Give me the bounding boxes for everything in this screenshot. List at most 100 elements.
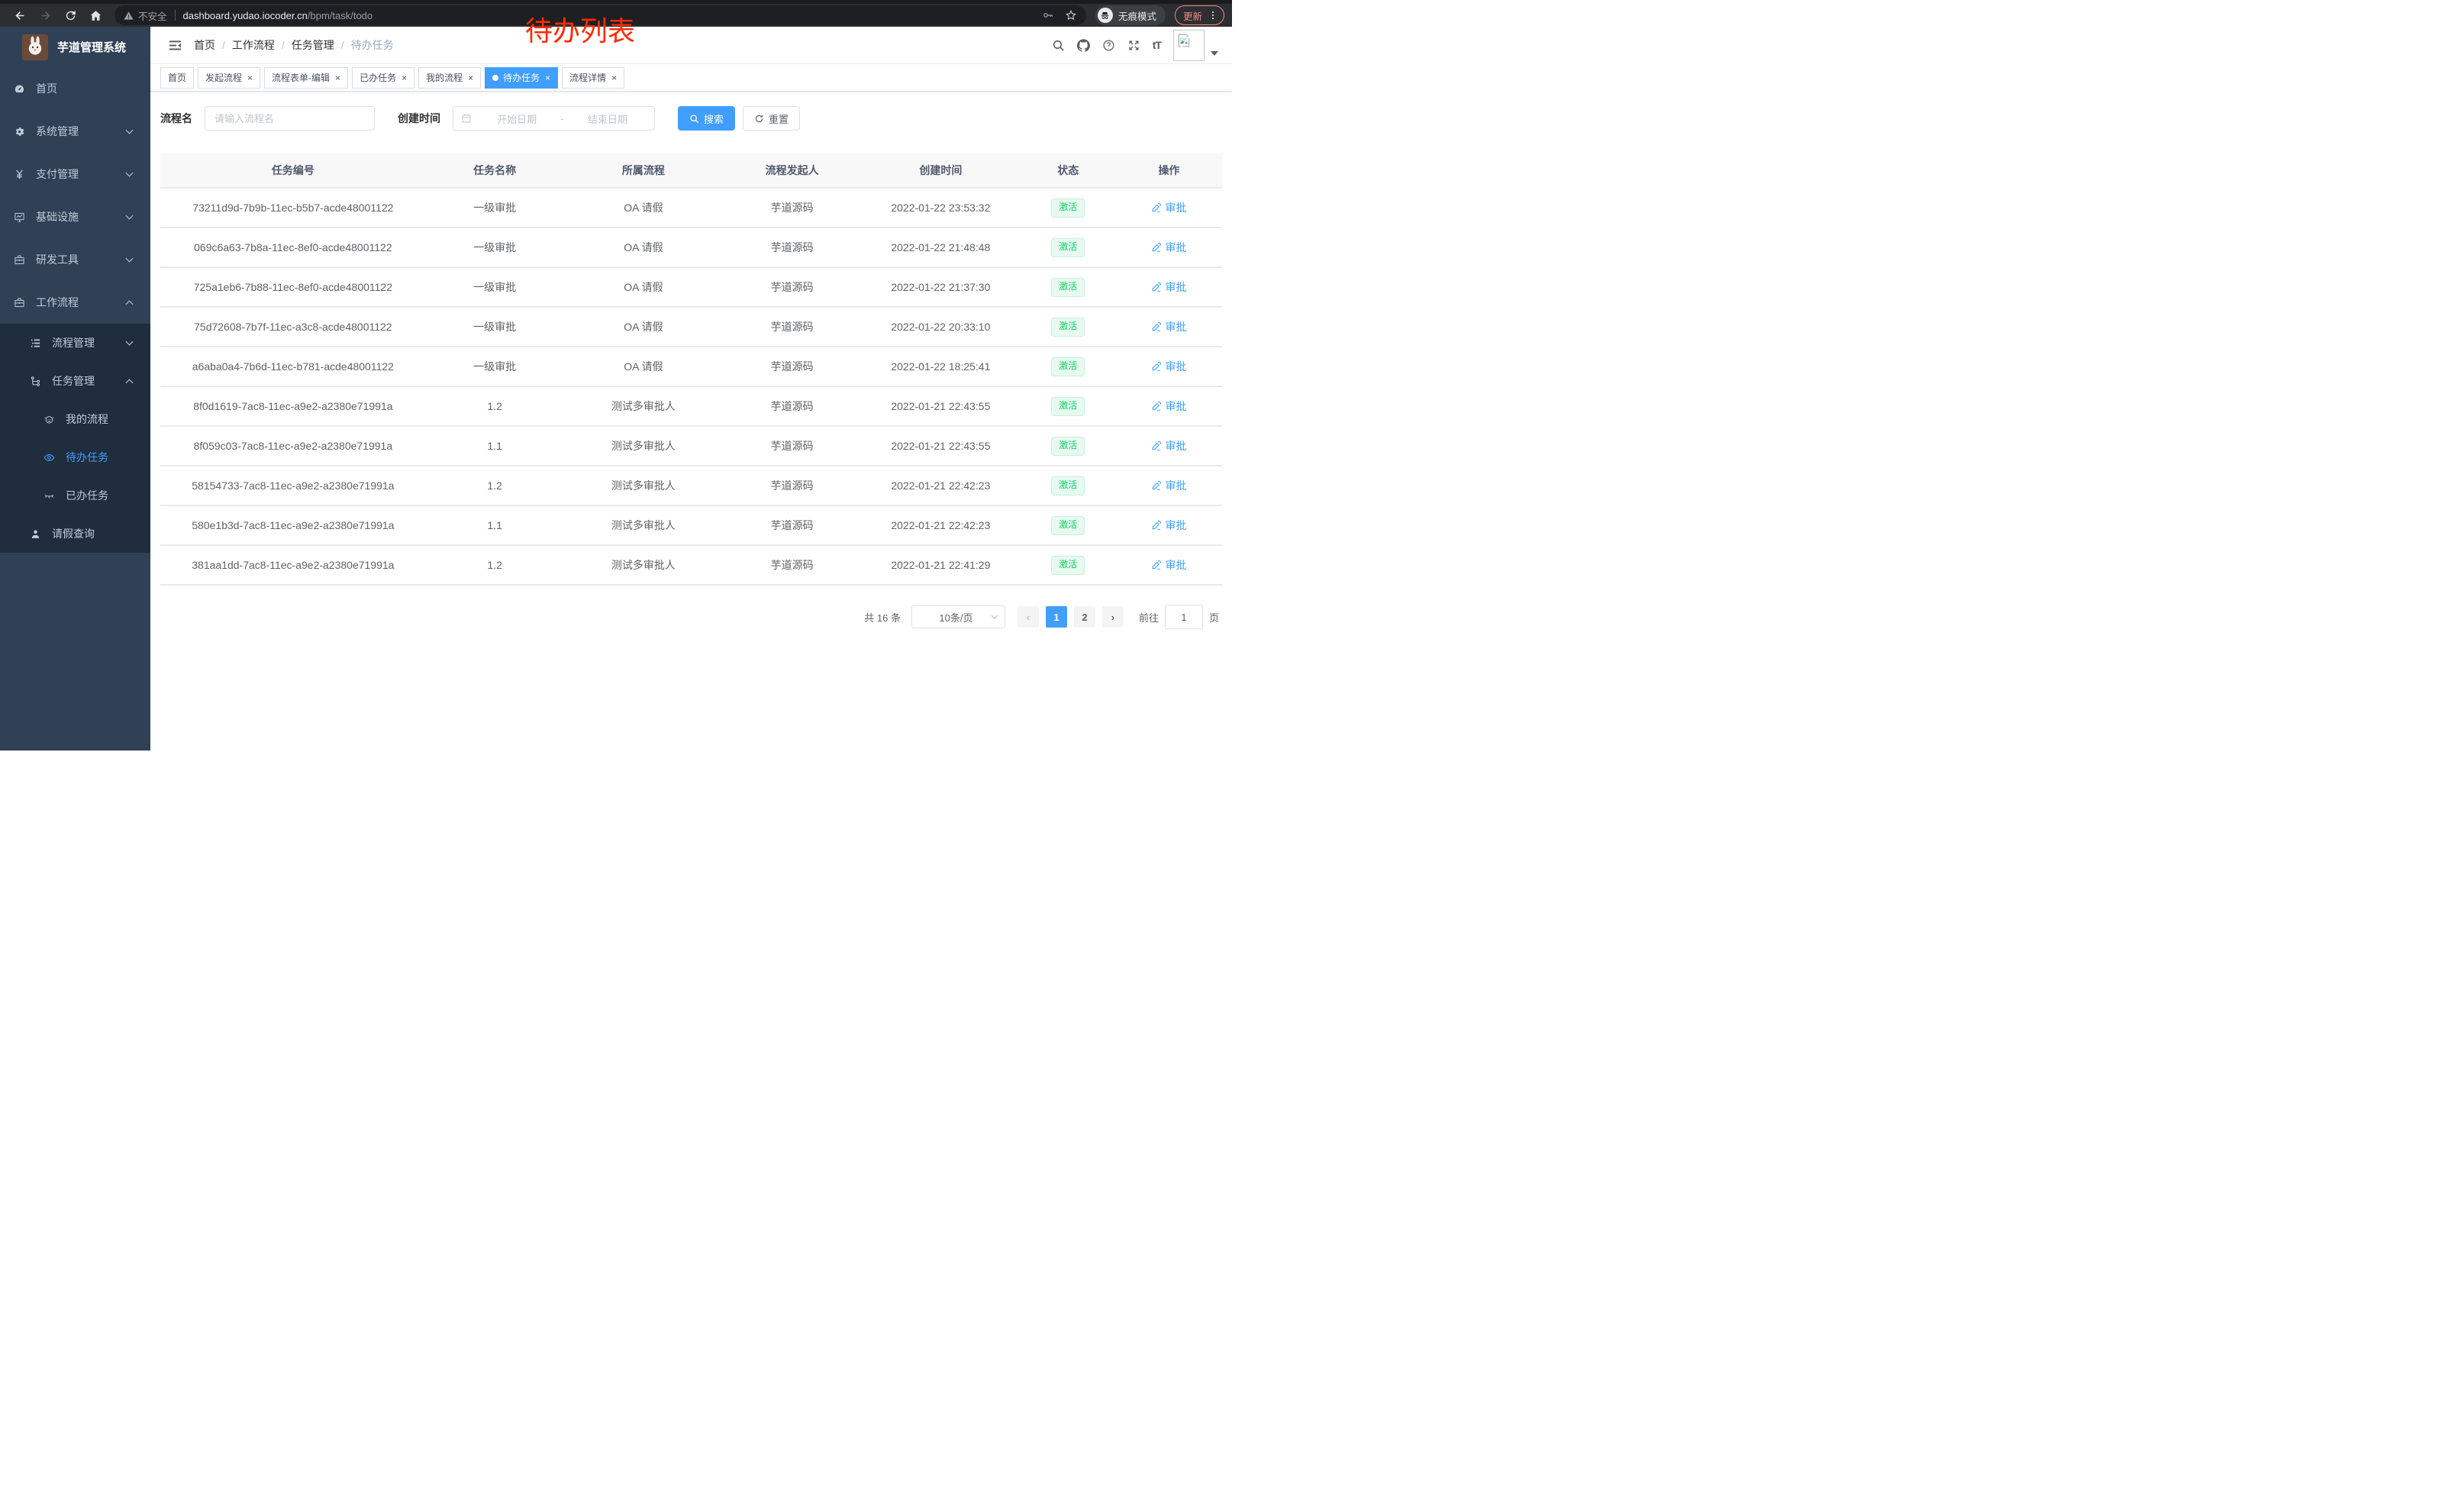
search-icon[interactable] xyxy=(1052,39,1065,52)
tab-close-icon[interactable]: × xyxy=(611,73,617,82)
browser-refresh-icon[interactable] xyxy=(64,9,77,22)
approve-link-label: 审批 xyxy=(1165,240,1186,255)
browser-back-icon[interactable] xyxy=(14,9,27,22)
approve-link[interactable]: 审批 xyxy=(1151,478,1186,493)
approve-link[interactable]: 审批 xyxy=(1151,438,1186,454)
tab-我的流程[interactable]: 我的流程× xyxy=(418,67,481,89)
filter-bar: 流程名 创建时间 开始日期 - 结束日期 搜索 重 xyxy=(160,106,1222,131)
sidebar-item-leave-query[interactable]: 请假查询 xyxy=(0,515,150,553)
task-name: 1.1 xyxy=(426,426,564,466)
tab-待办任务[interactable]: 待办任务× xyxy=(485,67,558,89)
sidebar-item-home[interactable]: 首页 xyxy=(0,67,150,110)
sidebar-collapse-icon[interactable] xyxy=(168,38,182,53)
browser-menu-dots-icon[interactable] xyxy=(1208,10,1218,21)
column-header: 任务名称 xyxy=(426,153,564,188)
bookmark-star-icon[interactable] xyxy=(1065,9,1077,21)
approve-link[interactable]: 审批 xyxy=(1151,399,1186,414)
goto-label: 前往 xyxy=(1139,610,1159,625)
process-name-label: 流程名 xyxy=(160,111,192,126)
fullscreen-icon[interactable] xyxy=(1127,39,1140,52)
table-row: a6aba0a4-7b6d-11ec-b781-acde48001122一级审批… xyxy=(160,347,1222,386)
reset-refresh-icon xyxy=(754,114,764,124)
search-button[interactable]: 搜索 xyxy=(678,106,735,131)
tab-close-icon[interactable]: × xyxy=(247,73,253,82)
password-key-icon[interactable] xyxy=(1042,9,1054,21)
tab-发起流程[interactable]: 发起流程 × xyxy=(198,67,260,89)
breadcrumb-current: 待办任务 xyxy=(351,37,394,53)
initiator: 芋道源码 xyxy=(723,505,861,545)
sidebar-item-system-management[interactable]: 系统管理 xyxy=(0,110,150,153)
url-bar[interactable]: 不安全 dashboard.yudao.iocoder.cn /bpm/task… xyxy=(114,5,1086,25)
approve-link[interactable]: 审批 xyxy=(1151,200,1186,215)
table-row: 069c6a63-7b8a-11ec-8ef0-acde48001122一级审批… xyxy=(160,228,1222,267)
task-name: 一级审批 xyxy=(426,228,564,267)
monitor-icon xyxy=(14,211,25,223)
browser-update-button[interactable]: 更新 xyxy=(1175,5,1224,25)
tab-close-icon[interactable]: × xyxy=(545,73,550,82)
sidebar-item-infrastructure[interactable]: 基础设施 xyxy=(0,195,150,238)
approve-link-label: 审批 xyxy=(1165,557,1186,573)
date-range-picker[interactable]: 开始日期 - 结束日期 xyxy=(453,106,655,131)
approve-link[interactable]: 审批 xyxy=(1151,557,1186,573)
status-cell: 激活 xyxy=(1021,386,1116,426)
sidebar-item-task-management[interactable]: 任务管理 xyxy=(0,362,150,400)
chevron-up-icon xyxy=(125,300,134,305)
sidebar-item-label: 工作流程 xyxy=(36,295,79,310)
tab-close-icon[interactable]: × xyxy=(335,73,340,82)
list-tree-icon xyxy=(30,337,41,349)
browser-forward-icon[interactable] xyxy=(39,9,52,22)
sidebar-item-todo-tasks[interactable]: 待办任务 xyxy=(0,438,150,476)
tab-label: 发起流程 xyxy=(205,71,242,84)
sidebar-item-dev-tools[interactable]: 研发工具 xyxy=(0,238,150,281)
tab-流程详情[interactable]: 流程详情× xyxy=(562,67,624,89)
avatar[interactable] xyxy=(1173,30,1205,61)
create-time: 2022-01-22 21:37:30 xyxy=(861,267,1021,307)
action-cell: 审批 xyxy=(1116,188,1222,228)
task-name: 1.2 xyxy=(426,466,564,505)
page-button-1[interactable]: 1 xyxy=(1046,606,1067,628)
sidebar-item-process-management[interactable]: 流程管理 xyxy=(0,324,150,362)
browser-home-icon[interactable] xyxy=(89,9,102,22)
github-icon[interactable] xyxy=(1077,39,1090,52)
avatar-caret-down-icon[interactable] xyxy=(1211,51,1218,56)
page-button-2[interactable]: 2 xyxy=(1074,606,1095,628)
sidebar-item-label: 首页 xyxy=(36,81,57,96)
breadcrumb-workflow[interactable]: 工作流程 xyxy=(232,37,275,53)
tab-close-icon[interactable]: × xyxy=(402,73,407,82)
font-size-icon[interactable]: tT xyxy=(1153,39,1161,51)
create-time-label: 创建时间 xyxy=(398,111,440,126)
task-id: 8f0d1619-7ac8-11ec-a9e2-a2380e71991a xyxy=(160,386,426,426)
tab-已办任务[interactable]: 已办任务× xyxy=(352,67,414,89)
create-time: 2022-01-22 18:25:41 xyxy=(861,347,1021,386)
prev-page-button[interactable]: ‹ xyxy=(1018,606,1039,628)
process-name-input[interactable] xyxy=(205,106,375,131)
sidebar-item-done-tasks[interactable]: 已办任务 xyxy=(0,476,150,515)
sidebar-item-label: 流程管理 xyxy=(52,335,95,350)
next-page-button[interactable]: › xyxy=(1102,606,1124,628)
pen-icon xyxy=(1151,520,1162,531)
sidebar-item-my-process[interactable]: 我的流程 xyxy=(0,400,150,438)
sidebar-item-workflow[interactable]: 工作流程 xyxy=(0,281,150,324)
goto-page-input[interactable] xyxy=(1165,605,1203,629)
tab-流程表单-编辑[interactable]: 流程表单-编辑× xyxy=(264,67,348,89)
approve-link[interactable]: 审批 xyxy=(1151,359,1186,374)
reset-button[interactable]: 重置 xyxy=(743,106,800,131)
process-name: OA 请假 xyxy=(564,267,724,307)
approve-link-label: 审批 xyxy=(1165,518,1186,533)
page-size-select[interactable]: 10条/页 xyxy=(911,605,1005,628)
app-logo[interactable]: 芋道管理系统 xyxy=(0,27,150,67)
help-icon[interactable] xyxy=(1102,39,1115,52)
approve-link[interactable]: 审批 xyxy=(1151,279,1186,295)
approve-link[interactable]: 审批 xyxy=(1151,319,1186,334)
approve-link[interactable]: 审批 xyxy=(1151,240,1186,255)
tab-首页[interactable]: 首页 xyxy=(160,67,194,89)
pen-icon xyxy=(1151,321,1162,332)
logo-bunny-image xyxy=(22,34,48,60)
sidebar-item-payment-management[interactable]: 支付管理 xyxy=(0,153,150,195)
column-header: 所属流程 xyxy=(564,153,724,188)
tab-close-icon[interactable]: × xyxy=(468,73,473,82)
calendar-icon xyxy=(461,113,472,124)
breadcrumb-home[interactable]: 首页 xyxy=(194,37,215,53)
approve-link[interactable]: 审批 xyxy=(1151,518,1186,533)
breadcrumb-task-management[interactable]: 任务管理 xyxy=(292,37,334,53)
